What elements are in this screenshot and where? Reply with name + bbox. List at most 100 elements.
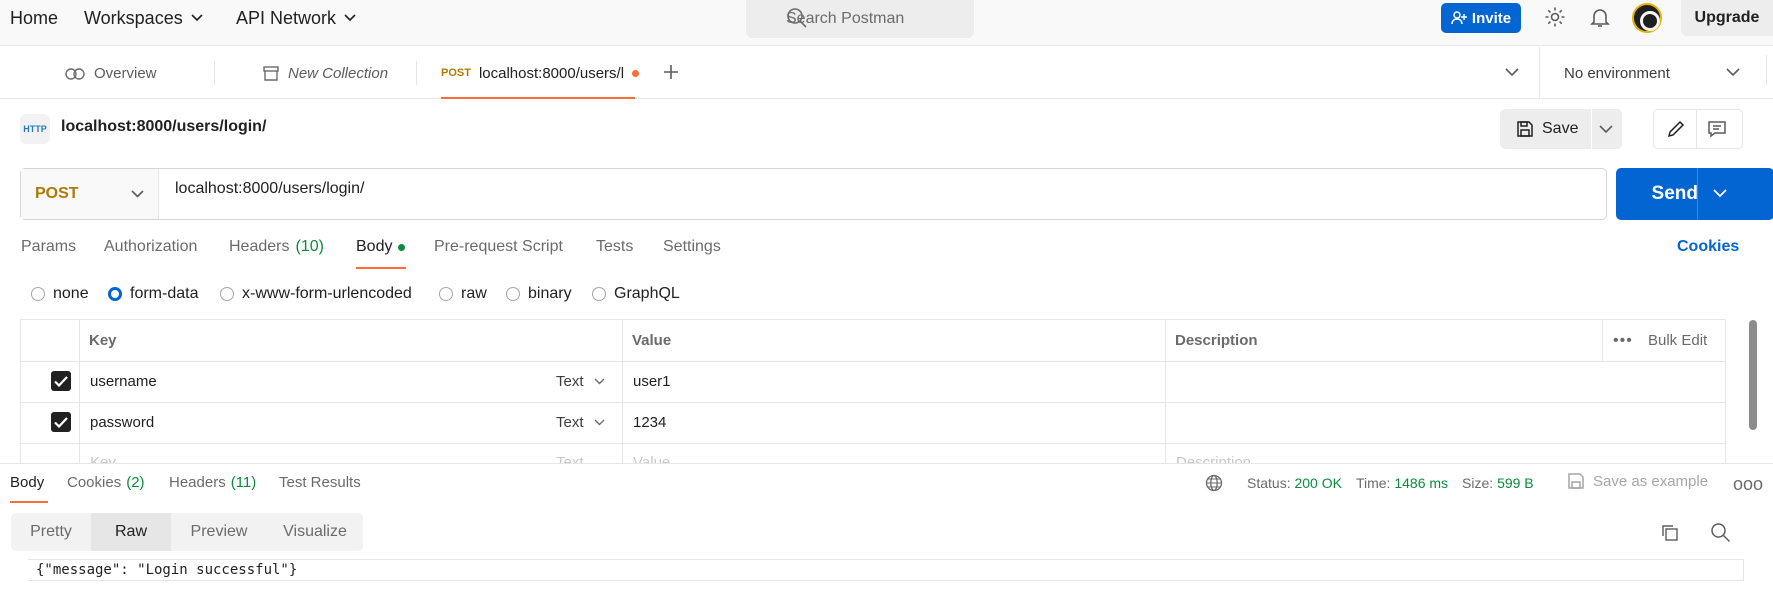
row-checkbox[interactable] — [51, 412, 71, 432]
search-input[interactable]: Search Postman — [746, 0, 974, 38]
row-checkbox[interactable] — [51, 371, 71, 391]
view-raw[interactable]: Raw — [91, 513, 171, 551]
globe-icon[interactable] — [1205, 474, 1223, 492]
tab-tests[interactable]: Tests — [596, 238, 633, 256]
response-tab-headers[interactable]: Headers (11) — [169, 474, 256, 491]
time-group[interactable]: Time: 1486 ms — [1356, 475, 1448, 491]
new-type-placeholder[interactable]: Text — [556, 454, 584, 463]
view-pretty[interactable]: Pretty — [11, 513, 91, 551]
tab-body[interactable]: Body — [356, 238, 406, 256]
param-key[interactable]: password — [90, 414, 154, 431]
radio-none-label: none — [53, 285, 89, 302]
body-active-dot — [398, 243, 406, 251]
method-select[interactable]: POST — [21, 169, 159, 219]
tab-settings[interactable]: Settings — [663, 238, 721, 256]
tab-overview[interactable]: Overview — [64, 47, 157, 99]
avatar[interactable] — [1632, 3, 1662, 33]
response-tab-body-label: Body — [10, 474, 45, 491]
cookies-count: (2) — [126, 474, 145, 491]
param-value[interactable]: 1234 — [633, 414, 666, 431]
param-type-label: Text — [556, 414, 584, 431]
radio-x-www-form-urlencoded[interactable]: x-www-form-urlencoded — [220, 285, 412, 303]
copy-icon[interactable] — [1660, 523, 1680, 543]
upgrade-button[interactable]: Upgrade — [1681, 0, 1773, 36]
save-label: Save — [1542, 120, 1579, 137]
more-options-icon[interactable]: ooo — [1733, 474, 1763, 495]
search-icon[interactable] — [1710, 522, 1731, 543]
tab-authorization-label: Authorization — [104, 238, 198, 255]
tab-headers[interactable]: Headers (10) — [229, 238, 324, 256]
headers-count: (10) — [295, 238, 324, 255]
response-tab-cookies[interactable]: Cookies (2) — [67, 474, 145, 491]
new-key-placeholder[interactable]: Key — [90, 454, 116, 463]
view-preview[interactable]: Preview — [171, 513, 267, 551]
response-tab-test-results[interactable]: Test Results — [279, 474, 361, 491]
nav-workspaces[interactable]: Workspaces — [84, 0, 203, 36]
check-icon — [54, 375, 68, 387]
save-icon — [1516, 120, 1534, 138]
radio-graphql[interactable]: GraphQL — [592, 285, 680, 303]
radio-circle-selected — [108, 287, 122, 301]
tab-params[interactable]: Params — [21, 238, 76, 256]
response-tab-body[interactable]: Body — [10, 474, 44, 491]
param-type-select[interactable]: Text — [556, 373, 605, 390]
save-divider — [1591, 109, 1592, 149]
column-divider — [79, 320, 80, 463]
radio-raw[interactable]: raw — [439, 285, 487, 303]
nav-home[interactable]: Home — [10, 0, 58, 36]
param-value[interactable]: user1 — [633, 373, 671, 390]
tab-overview-label: Overview — [94, 64, 157, 82]
upgrade-label: Upgrade — [1694, 9, 1760, 26]
nav-api-network[interactable]: API Network — [236, 0, 356, 36]
tab-pre-request-label: Pre-request Script — [434, 238, 563, 255]
request-title[interactable]: localhost:8000/users/login/ — [61, 118, 266, 136]
tab-authorization[interactable]: Authorization — [104, 238, 197, 256]
param-type-label: Text — [556, 373, 584, 390]
save-button[interactable]: Save — [1516, 109, 1578, 149]
more-options-icon[interactable]: ••• — [1613, 332, 1633, 350]
radio-none[interactable]: none — [31, 285, 89, 303]
tab-active-request[interactable]: POST localhost:8000/users/l — [441, 47, 640, 99]
tab-pre-request-script[interactable]: Pre-request Script — [434, 238, 563, 256]
radio-binary[interactable]: binary — [506, 285, 572, 303]
save-as-example-button[interactable]: Save as example — [1567, 472, 1708, 490]
response-divider[interactable] — [0, 463, 1773, 464]
view-visualize[interactable]: Visualize — [267, 513, 363, 551]
size-group[interactable]: Size: 599 B — [1462, 475, 1534, 491]
new-description-placeholder[interactable]: Description — [1176, 454, 1251, 463]
scrollbar[interactable] — [1749, 320, 1757, 430]
gear-icon[interactable] — [1544, 6, 1566, 28]
tab-divider — [214, 61, 215, 85]
tabs-overflow-chevron-icon[interactable] — [1505, 68, 1519, 77]
response-body-raw[interactable]: {"message": "Login successful"} — [28, 559, 1744, 581]
size-label: Size: — [1462, 475, 1494, 491]
tab-new-collection[interactable]: New Collection — [262, 47, 388, 99]
tab-params-label: Params — [21, 238, 77, 255]
save-icon — [1567, 472, 1585, 490]
param-key[interactable]: username — [90, 373, 157, 390]
new-value-placeholder[interactable]: Value — [633, 454, 670, 463]
comments-icon[interactable] — [1707, 119, 1727, 139]
row-divider — [21, 402, 1725, 403]
status-group[interactable]: Status: 200 OK — [1247, 475, 1342, 491]
environment-select[interactable]: No environment — [1564, 47, 1670, 99]
response-tab-test-results-label: Test Results — [279, 474, 361, 491]
bulk-edit-link[interactable]: Bulk Edit — [1648, 332, 1707, 349]
status-label: Status: — [1247, 475, 1291, 491]
radio-form-data[interactable]: form-data — [108, 285, 198, 303]
pencil-icon[interactable] — [1666, 119, 1686, 139]
check-icon — [54, 416, 68, 428]
new-tab-plus-icon[interactable] — [662, 63, 680, 81]
url-input[interactable] — [175, 180, 1575, 198]
save-options-chevron-icon[interactable] — [1599, 125, 1613, 134]
send-button[interactable]: Send — [1616, 168, 1698, 220]
send-options-chevron-icon[interactable] — [1713, 189, 1727, 198]
bell-icon[interactable] — [1589, 6, 1611, 28]
chevron-down-icon — [130, 190, 144, 198]
response-tab-indicator — [10, 501, 48, 503]
invite-button[interactable]: Invite — [1441, 3, 1521, 33]
size-value: 599 B — [1497, 475, 1534, 491]
cookies-link[interactable]: Cookies — [1677, 238, 1739, 256]
param-type-select[interactable]: Text — [556, 414, 605, 431]
nav-home-label: Home — [10, 7, 59, 28]
